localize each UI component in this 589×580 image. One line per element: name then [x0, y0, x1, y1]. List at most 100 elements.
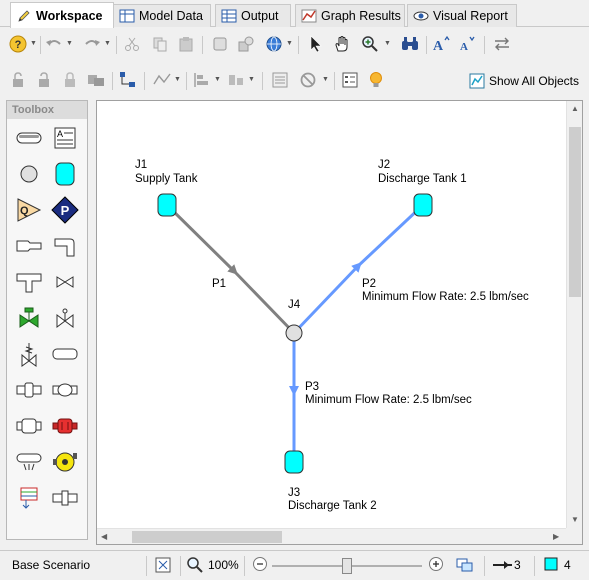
- heat-exchanger-tool-icon[interactable]: [51, 377, 79, 403]
- pipe-detail-p2: Minimum Flow Rate: 2.5 lbm/sec: [362, 291, 529, 303]
- scroll-down-icon[interactable]: ▼: [571, 515, 579, 524]
- zoom-in-icon[interactable]: [428, 556, 444, 575]
- status-bar: Base Scenario 100% 3 4: [0, 550, 589, 580]
- branch-j4[interactable]: [285, 324, 303, 342]
- pipe-label-p3: P3: [305, 381, 320, 393]
- chevron-down-icon[interactable]: ▼: [384, 40, 391, 47]
- bend-tool-icon[interactable]: [51, 233, 79, 259]
- chevron-down-icon[interactable]: ▼: [104, 40, 111, 47]
- swap-icon[interactable]: [492, 34, 512, 54]
- horizontal-scrollbar[interactable]: ◀ ▶: [97, 528, 567, 544]
- svg-text:?: ?: [15, 39, 22, 51]
- show-objects-icon: [469, 73, 485, 89]
- chevron-down-icon[interactable]: ▼: [214, 76, 221, 83]
- svg-text:Q: Q: [20, 205, 29, 217]
- tab-graph-results[interactable]: Graph Results: [295, 4, 405, 27]
- undo-icon[interactable]: [44, 34, 64, 54]
- binoculars-icon[interactable]: [400, 34, 420, 54]
- zoom-slider-thumb[interactable]: [342, 558, 352, 574]
- show-all-objects-button[interactable]: Show All Objects: [469, 72, 579, 90]
- relief-valve-tool-icon[interactable]: [15, 341, 43, 367]
- font-decrease-icon[interactable]: A: [458, 34, 478, 54]
- distribute-icon[interactable]: [192, 70, 212, 90]
- scroll-up-icon[interactable]: ▲: [571, 104, 579, 113]
- screen-tool-icon[interactable]: [15, 377, 43, 403]
- tab-visual-report[interactable]: Visual Report: [407, 4, 517, 27]
- hand-icon[interactable]: [332, 34, 352, 54]
- copy-icon[interactable]: [150, 34, 170, 54]
- tab-model-data[interactable]: Model Data: [113, 4, 211, 27]
- spray-discharge-tool-icon[interactable]: [51, 341, 79, 367]
- tab-workspace[interactable]: Workspace: [10, 2, 114, 28]
- compressor-tool-icon[interactable]: [51, 413, 79, 439]
- pipe-p1[interactable]: [165, 203, 238, 275]
- assigned-flow-tool-icon[interactable]: Q: [15, 197, 43, 223]
- pipe-p1-tail[interactable]: [231, 268, 296, 335]
- general-component-tool-icon[interactable]: [15, 449, 43, 475]
- tank-tool-icon[interactable]: [51, 161, 79, 187]
- group-icon[interactable]: [86, 70, 106, 90]
- toolbox-panel: Toolbox A Q P: [6, 100, 88, 540]
- lock-open-icon[interactable]: [8, 70, 28, 90]
- align-icon[interactable]: [152, 70, 172, 90]
- tank-j1[interactable]: [157, 193, 177, 217]
- lightbulb-icon[interactable]: [366, 70, 386, 90]
- svg-text:P: P: [61, 203, 70, 218]
- tee-tool-icon[interactable]: [15, 269, 43, 295]
- scroll-right-icon[interactable]: ▶: [553, 532, 559, 541]
- junction-count-icon: [544, 557, 558, 574]
- tree-icon[interactable]: [118, 70, 138, 90]
- prohibit-icon[interactable]: [298, 70, 318, 90]
- chevron-down-icon[interactable]: ▼: [322, 76, 329, 83]
- control-valve-tool-icon[interactable]: [15, 305, 43, 331]
- scroll-left-icon[interactable]: ◀: [101, 532, 107, 541]
- main-toolbar: ? ▼ ▼ ▼ ▼ ▼ A A: [0, 28, 589, 60]
- valve-tool-icon[interactable]: [51, 269, 79, 295]
- chevron-down-icon[interactable]: ▼: [174, 76, 181, 83]
- junction-label-j4: J4: [288, 299, 301, 311]
- zoom-status-icon[interactable]: [186, 556, 204, 577]
- lock-icon[interactable]: [60, 70, 80, 90]
- help-icon[interactable]: ?: [8, 34, 28, 54]
- distribution-tool-icon[interactable]: [15, 485, 43, 511]
- fit-to-window-icon[interactable]: [154, 556, 172, 577]
- chevron-down-icon[interactable]: ▼: [66, 40, 73, 47]
- select-box-icon[interactable]: [210, 34, 230, 54]
- filter-tool-icon[interactable]: [15, 413, 43, 439]
- chevron-down-icon[interactable]: ▼: [248, 76, 255, 83]
- annotation-tool-icon[interactable]: A: [51, 125, 79, 151]
- chevron-down-icon[interactable]: ▼: [30, 40, 37, 47]
- vertical-scroll-thumb[interactable]: [569, 127, 581, 297]
- pointer-icon[interactable]: [306, 34, 326, 54]
- pipe-p2[interactable]: [292, 262, 362, 335]
- toolbox-title: Toolbox: [7, 101, 87, 119]
- tank-j2[interactable]: [413, 193, 433, 217]
- assigned-pressure-tool-icon[interactable]: P: [51, 196, 79, 224]
- list-icon[interactable]: [270, 70, 290, 90]
- tank-j3[interactable]: [284, 450, 304, 474]
- workspace-canvas[interactable]: J1 Supply Tank J2 Discharge Tank 1 J3 Di…: [96, 100, 583, 545]
- pipe-p2-tail[interactable]: [355, 203, 425, 269]
- area-change-tool-icon[interactable]: [15, 233, 43, 259]
- globe-icon[interactable]: [264, 34, 284, 54]
- font-increase-icon[interactable]: A: [432, 34, 452, 54]
- vertical-scrollbar[interactable]: ▲ ▼: [566, 101, 582, 529]
- properties-icon[interactable]: [340, 70, 360, 90]
- pipe-tool-icon[interactable]: [15, 125, 43, 151]
- horizontal-scroll-thumb[interactable]: [132, 531, 282, 543]
- cut-icon[interactable]: [122, 34, 142, 54]
- zoom-icon[interactable]: [360, 34, 380, 54]
- size-icon[interactable]: [226, 70, 246, 90]
- pump-tool-icon[interactable]: [51, 449, 79, 475]
- unlock-icon[interactable]: [34, 70, 54, 90]
- shapes-icon[interactable]: [236, 34, 256, 54]
- layout-icon[interactable]: [456, 556, 474, 577]
- check-valve-tool-icon[interactable]: [51, 305, 79, 331]
- chevron-down-icon[interactable]: ▼: [286, 40, 293, 47]
- redo-icon[interactable]: [82, 34, 102, 54]
- branch-tool-icon[interactable]: [15, 161, 43, 187]
- zoom-out-icon[interactable]: [252, 556, 268, 575]
- orifice-tool-icon[interactable]: [51, 485, 79, 511]
- tab-output[interactable]: Output: [215, 4, 291, 27]
- paste-icon[interactable]: [176, 34, 196, 54]
